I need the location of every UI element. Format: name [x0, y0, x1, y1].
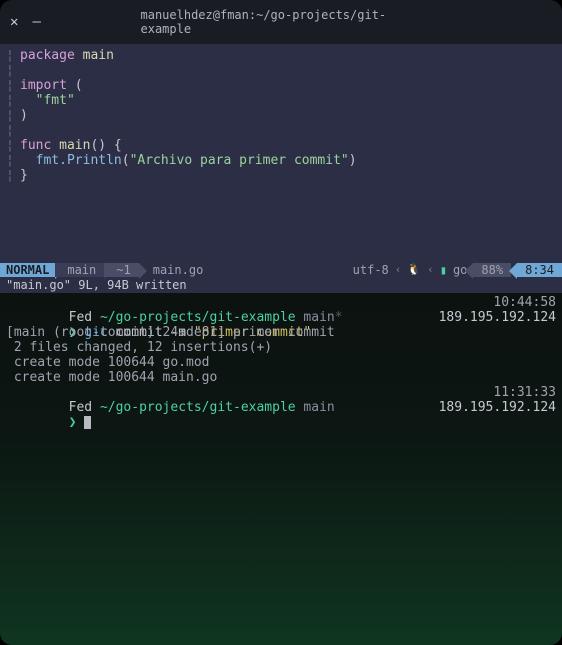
timestamp: 11:31:33 [493, 385, 556, 400]
encoding: utf-8 [353, 263, 389, 277]
close-icon[interactable]: ✕ [10, 14, 18, 30]
ip-address: 189.195.192.124 [439, 400, 556, 415]
git-output: create mode 100644 go.mod [6, 355, 210, 370]
editor-pane[interactable]: ¦ ¦ ¦ ¦ ¦ ¦ ¦ ¦ ¦ package main import ( … [0, 44, 562, 261]
call-println: fmt.Println [36, 153, 122, 168]
filename-segment: main.go [139, 263, 353, 277]
clock: 8:34 [517, 263, 562, 277]
minimize-icon[interactable]: — [32, 14, 40, 30]
keyword-package: package [20, 48, 75, 63]
ip-address: 189.195.192.124 [439, 310, 556, 325]
terminal-window: ✕ — manuelhdez@fman:~/go-projects/git-ex… [0, 0, 562, 645]
timestamp: 10:44:58 [493, 295, 556, 310]
git-output: create mode 100644 main.go [6, 370, 217, 385]
editor-gutter: ¦ ¦ ¦ ¦ ¦ ¦ ¦ ¦ ¦ [6, 48, 14, 183]
vim-message: "main.go" 9L, 94B written [0, 278, 562, 293]
vim-mode: NORMAL [0, 263, 55, 277]
git-branch-segment: main [55, 263, 104, 277]
tux-icon: 🐧 [407, 263, 421, 276]
code-content: package main import ( "fmt" ) func main(… [20, 48, 556, 183]
keyword-func: func [20, 138, 51, 153]
git-output: [main (root-commit) 24ade81] primer comm… [6, 325, 335, 340]
editor-statusline: NORMAL main ~1 main.go utf-8 ‹ 🐧 ‹ ▮ go … [0, 261, 562, 278]
import-fmt: "fmt" [36, 93, 75, 108]
chevron-left-icon: ‹ [395, 263, 402, 276]
titlebar: ✕ — manuelhdez@fman:~/go-projects/git-ex… [0, 0, 562, 44]
keyword-import: import [20, 78, 67, 93]
prompt-icon: ❯ [69, 415, 77, 430]
window-title: manuelhdez@fman:~/go-projects/git-exampl… [141, 8, 422, 36]
scroll-percent: 88% [473, 263, 511, 277]
go-icon: ▮ [440, 263, 447, 277]
terminal-pane[interactable]: Fed ~/go-projects/git-example main* 10:4… [0, 293, 562, 645]
git-output: 2 files changed, 12 insertions(+) [6, 340, 272, 355]
cursor [84, 416, 91, 429]
git-commits-segment: ~1 [104, 263, 138, 277]
chevron-left-icon: ‹ [427, 263, 434, 276]
